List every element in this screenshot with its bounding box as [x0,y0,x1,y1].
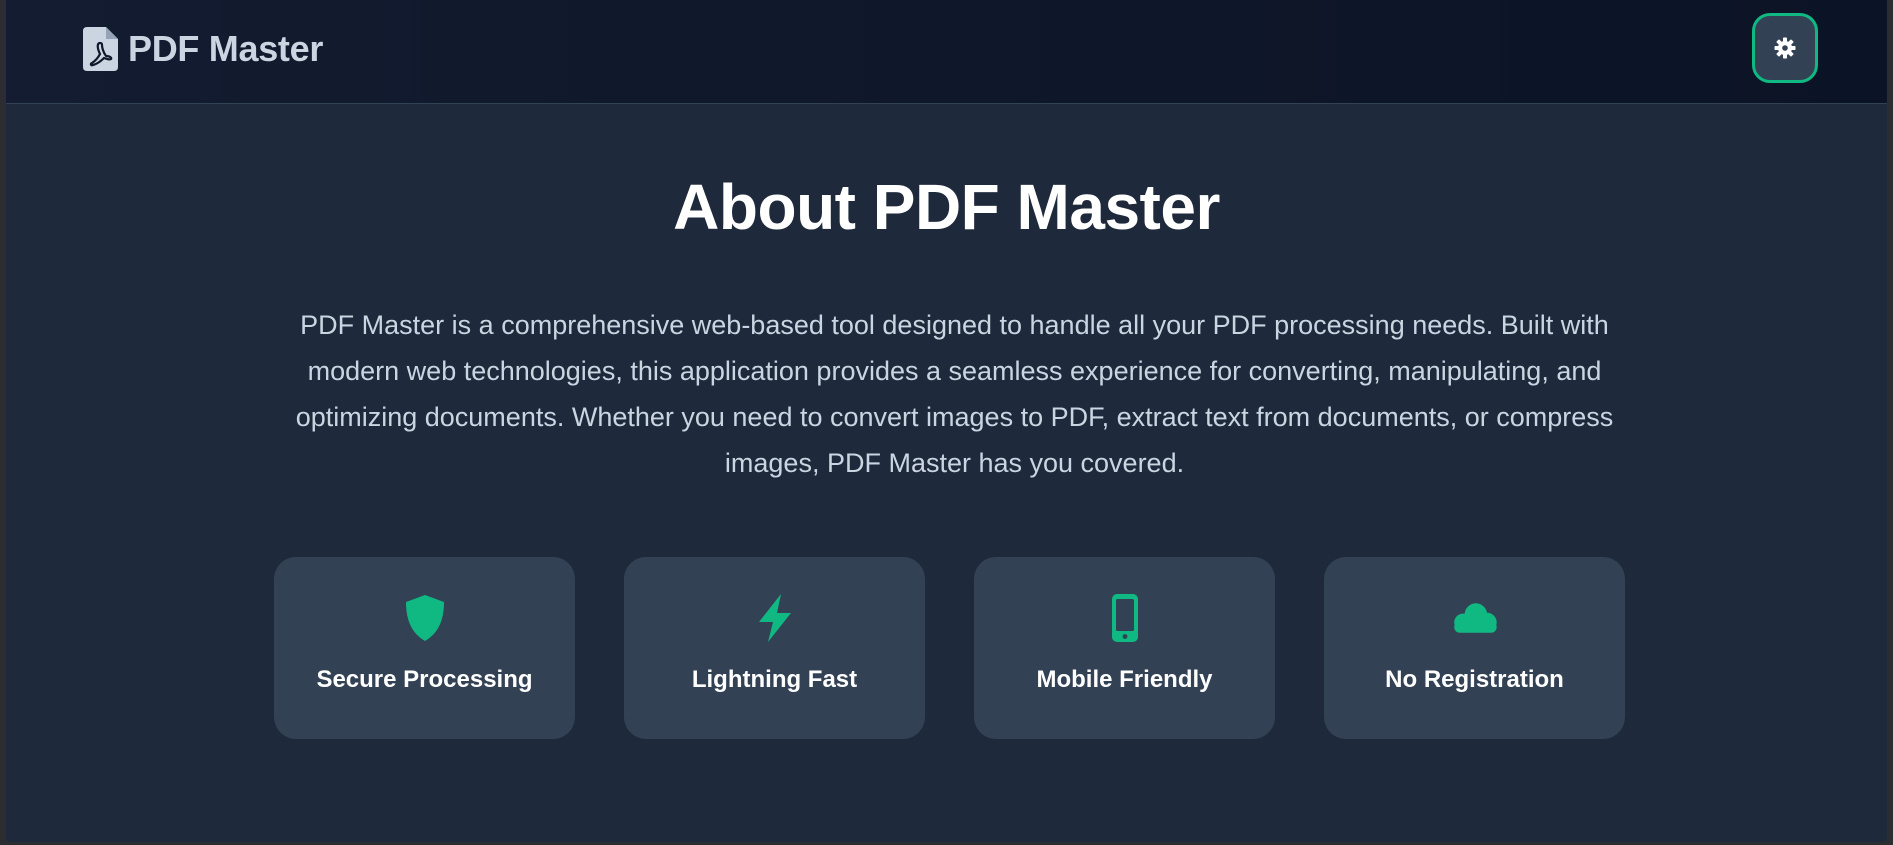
mobile-phone-icon [1111,594,1138,642]
feature-card-lightning-fast: Lightning Fast [624,557,925,739]
brand-name: PDF Master [128,28,324,69]
top-header: PDF Master [6,0,1887,104]
feature-label: Lightning Fast [691,666,858,693]
feature-card-secure-processing: Secure Processing [274,557,575,739]
feature-label: Mobile Friendly [1036,666,1213,693]
feature-label: Secure Processing [316,666,533,693]
bolt-icon [758,594,791,642]
page-title: About PDF Master [673,171,1220,243]
settings-button[interactable] [1752,13,1818,83]
feature-list: Secure Processing Lightning Fast Mobile … [274,557,1625,739]
app-page: PDF Master About PDF Master PDF Master i… [6,0,1887,842]
feature-card-no-registration: No Registration [1324,557,1625,739]
shield-icon [405,595,444,641]
file-pdf-icon [83,27,118,71]
gear-icon [1774,37,1796,59]
cloud-icon [1453,603,1497,633]
feature-card-mobile-friendly: Mobile Friendly [974,557,1275,739]
about-description: PDF Master is a comprehensive web-based … [295,310,1614,478]
feature-label: No Registration [1385,666,1564,693]
brand-logo[interactable]: PDF Master [83,27,323,71]
